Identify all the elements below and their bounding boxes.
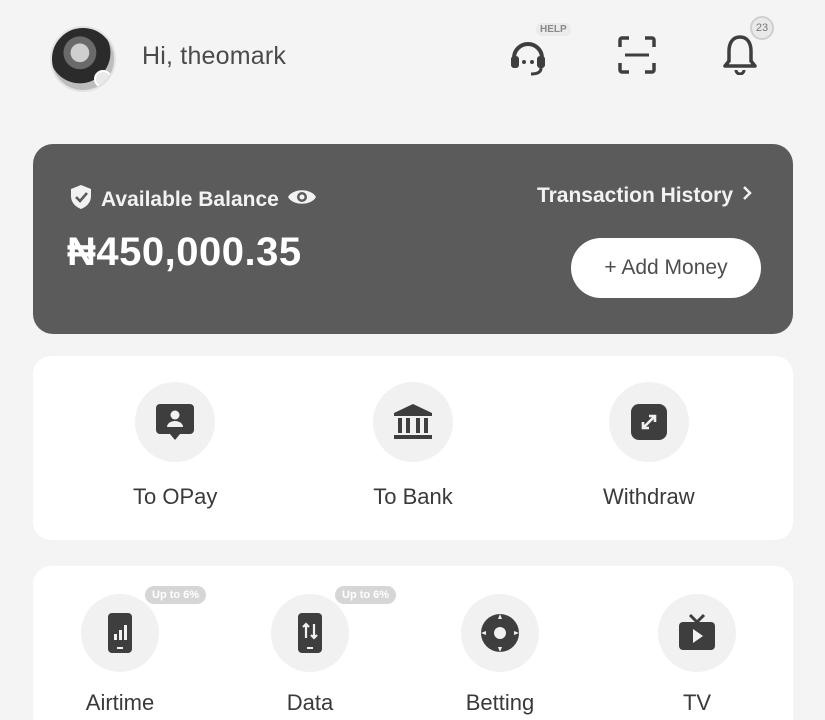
airtime-button[interactable]: Airtime [81, 594, 159, 716]
balance-amount: ₦450,000.35 [67, 230, 302, 274]
to-bank-button[interactable]: To Bank [373, 382, 453, 510]
avatar[interactable] [50, 26, 116, 92]
avatar-badge [94, 70, 112, 88]
airtime-promo-badge: Up to 6% [145, 586, 207, 604]
bank-icon [373, 382, 453, 462]
data-promo-badge: Up to 6% [335, 586, 397, 604]
tv-button[interactable]: TV [658, 594, 736, 716]
data-button[interactable]: Data [271, 594, 349, 716]
add-money-button[interactable]: + Add Money [571, 238, 761, 298]
withdraw-label: Withdraw [603, 484, 695, 509]
help-tag: HELP [536, 23, 571, 36]
betting-label: Betting [465, 690, 535, 715]
to-bank-label: To Bank [373, 484, 453, 509]
transaction-history-link[interactable]: Transaction History [537, 184, 753, 208]
tv-label: TV [682, 690, 712, 715]
transfer-actions-panel: To OPay To Bank Withdraw [33, 356, 793, 540]
betting-button[interactable]: Betting [461, 594, 539, 716]
balance-label: Available Balance [101, 187, 279, 211]
football-icon [461, 594, 539, 672]
tv-icon [658, 594, 736, 672]
notification-count-badge: 23 [750, 16, 774, 40]
data-label: Data [286, 690, 334, 715]
eye-icon[interactable] [287, 186, 317, 213]
shield-icon [69, 184, 93, 215]
balance-label-row: Available Balance [69, 184, 317, 215]
phone-signal-icon [81, 594, 159, 672]
withdraw-arrow-icon [608, 382, 689, 462]
scan-icon[interactable] [614, 32, 660, 78]
phone-data-icon [271, 594, 349, 672]
headset-icon[interactable] [500, 30, 556, 82]
transaction-history-label: Transaction History [536, 184, 733, 207]
contact-card-icon [135, 382, 216, 462]
to-opay-button[interactable]: To OPay [133, 382, 217, 510]
greeting-text: Hi, theomark [142, 42, 287, 70]
balance-card: Available Balance Transaction History ₦4… [33, 144, 793, 334]
chevron-right-icon [741, 184, 753, 208]
to-opay-label: To OPay [133, 484, 218, 509]
withdraw-button[interactable]: Withdraw [603, 382, 695, 510]
airtime-label: Airtime [85, 690, 155, 715]
top-header: Hi, theomark HELP 23 [0, 0, 825, 120]
services-panel: Airtime Up to 6% Data Up to 6% Betting T… [33, 566, 793, 720]
